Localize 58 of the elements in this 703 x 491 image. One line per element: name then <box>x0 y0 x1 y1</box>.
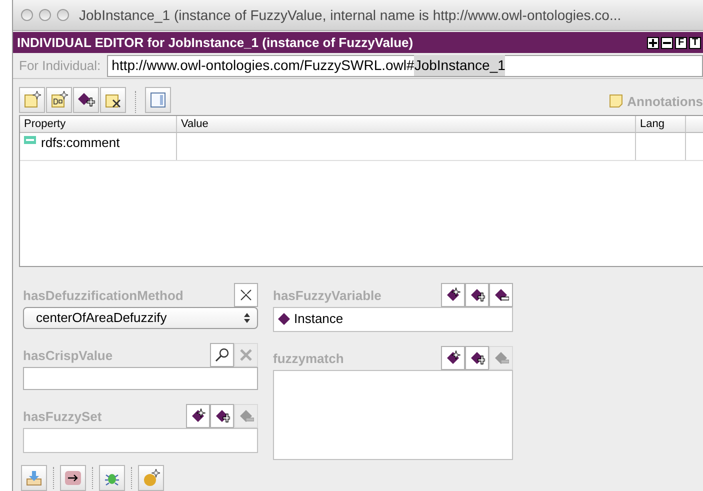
create-instance-icon <box>445 287 461 303</box>
slot-button[interactable] <box>441 346 465 370</box>
slot-button[interactable] <box>210 404 234 428</box>
slot-button[interactable] <box>465 346 489 370</box>
search-icon <box>214 347 230 363</box>
note-icon <box>609 94 624 108</box>
header-button[interactable]: F <box>675 36 687 48</box>
toolbar-button[interactable] <box>60 465 86 491</box>
new-note-icon <box>50 91 68 109</box>
list-item[interactable]: Instance <box>294 309 344 329</box>
slot-label: hasCrispValue <box>23 346 113 365</box>
delete-icon <box>238 347 254 363</box>
remove-instance-icon <box>493 287 509 303</box>
slot-label: fuzzymatch <box>273 350 344 368</box>
create-instance-icon <box>190 408 206 424</box>
plus-icon <box>649 38 657 46</box>
toolbar-button[interactable] <box>73 87 99 113</box>
slot-button[interactable] <box>186 404 210 428</box>
property-icon <box>24 136 36 144</box>
window-title: JobInstance_1 (instance of FuzzyValue, internal name is http://www.owl-ontologies.co... <box>79 6 622 25</box>
table-cell: rdfs:comment <box>41 136 120 149</box>
remove-instance-icon <box>493 350 509 366</box>
create-instance-icon <box>445 350 461 366</box>
new-instance-icon <box>142 469 160 487</box>
toolbar-button[interactable] <box>100 87 126 113</box>
combo-box[interactable]: centerOfAreaDefuzzify <box>23 307 258 329</box>
panel-icon <box>149 91 167 109</box>
minus-button[interactable] <box>661 36 673 48</box>
header-button[interactable]: T <box>689 36 701 48</box>
column-header[interactable]: Property <box>20 116 177 132</box>
download-icon <box>25 469 43 487</box>
add-instance-icon <box>469 350 485 366</box>
text-field[interactable] <box>23 367 258 390</box>
updown-icon <box>243 312 251 324</box>
individual-uri-field[interactable]: http://www.owl-ontologies.com/FuzzySWRL.owl#JobInstance_1 <box>106 54 703 76</box>
slot-button[interactable] <box>234 283 258 307</box>
slot-label: hasFuzzyVariable <box>273 286 382 305</box>
toolbar-button[interactable] <box>46 87 72 113</box>
instance-icon <box>278 313 290 325</box>
instance-list[interactable]: Instance <box>273 307 513 332</box>
slot-button[interactable] <box>441 283 465 307</box>
column-header[interactable]: Lang <box>636 116 686 132</box>
column-header[interactable]: Value <box>177 116 636 132</box>
slot-button[interactable] <box>489 283 513 307</box>
slot-button[interactable] <box>465 283 489 307</box>
annotations-label: Annotations <box>627 92 703 110</box>
slot-button[interactable] <box>210 343 234 367</box>
slot-label: hasFuzzySet <box>23 408 102 426</box>
add-instance-icon <box>214 408 230 424</box>
remove-instance-icon <box>238 408 254 424</box>
plus-button[interactable] <box>647 36 659 48</box>
new-note-icon <box>23 91 41 109</box>
add-instance-icon <box>469 287 485 303</box>
field-label: For Individual: <box>19 56 101 75</box>
add-instance-icon <box>77 91 95 109</box>
editor-title: INDIVIDUAL EDITOR for JobInstance_1 (instance of FuzzyValue) <box>17 34 414 52</box>
delete-icon <box>238 287 254 303</box>
slot-label: hasDefuzzificationMethod <box>23 286 184 304</box>
